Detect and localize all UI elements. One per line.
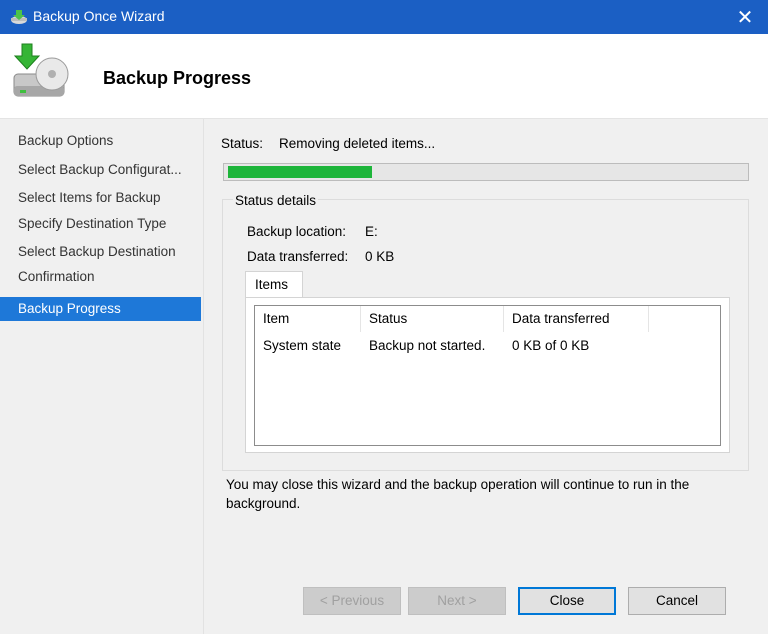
backup-app-icon (10, 9, 28, 25)
title-bar: Backup Once Wizard ✕ (0, 0, 768, 34)
sidebar-item-backup-options[interactable]: Backup Options (0, 129, 201, 153)
close-wizard-note: You may close this wizard and the backup… (226, 477, 690, 511)
status-value: Removing deleted items... (279, 136, 436, 151)
sidebar-item-backup-destination[interactable]: Select Backup Destination (0, 240, 201, 264)
items-list[interactable]: Item Status Data transferred System stat… (254, 305, 721, 446)
close-window-icon[interactable]: ✕ (722, 0, 768, 34)
main-content: Status: Removing deleted items... Status… (204, 119, 768, 566)
items-list-header: Item Status Data transferred (255, 306, 720, 332)
sidebar-item-select-backup-configuration[interactable]: Select Backup Configurat... (0, 158, 201, 182)
status-label: Status: (221, 136, 264, 151)
backup-location-label: Backup location: (247, 224, 347, 239)
items-tab-panel: Item Status Data transferred System stat… (245, 297, 730, 453)
close-button[interactable]: Close (518, 587, 616, 615)
status-details-group: Status details Backup location: E: Data … (222, 193, 749, 471)
backup-location-value: E: (365, 224, 378, 239)
backup-progress-bar (223, 163, 749, 181)
data-transferred-value: 0 KB (365, 249, 395, 264)
cell-item: System state (263, 338, 342, 353)
wizard-header: Backup Progress (0, 34, 768, 119)
previous-button[interactable]: < Previous (303, 587, 401, 615)
next-button[interactable]: Next > (408, 587, 506, 615)
wizard-steps-sidebar: Backup Options Select Backup Configurat.… (0, 119, 204, 634)
cancel-button[interactable]: Cancel (628, 587, 726, 615)
data-transferred-label: Data transferred: (247, 249, 349, 264)
column-header-status[interactable]: Status (361, 306, 504, 332)
page-title: Backup Progress (103, 68, 252, 88)
column-header-item[interactable]: Item (255, 306, 361, 332)
sidebar-item-backup-progress[interactable]: Backup Progress (0, 297, 201, 321)
window-title: Backup Once Wizard (33, 8, 165, 24)
status-details-legend: Status details (233, 193, 319, 208)
wizard-footer: < Previous Next > Close Cancel (204, 566, 768, 634)
cell-data-transferred: 0 KB of 0 KB (512, 338, 590, 353)
sidebar-item-confirmation[interactable]: Confirmation (0, 265, 201, 289)
progress-fill (228, 166, 372, 178)
sidebar-item-destination-type[interactable]: Specify Destination Type (0, 212, 201, 236)
cell-status: Backup not started. (369, 338, 486, 353)
sidebar-item-select-items[interactable]: Select Items for Backup (0, 186, 201, 210)
tab-items[interactable]: Items (245, 271, 303, 298)
backup-drive-icon (8, 42, 72, 104)
column-header-data-transferred[interactable]: Data transferred (504, 306, 649, 332)
